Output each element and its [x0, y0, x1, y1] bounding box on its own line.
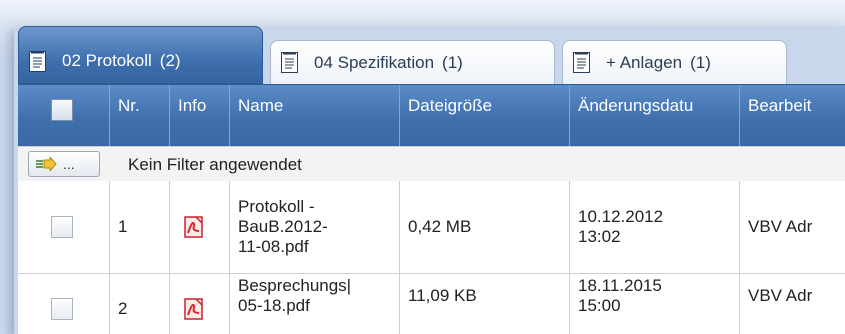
- row-nr: 1: [110, 181, 170, 273]
- column-changed[interactable]: Änderungsdatu: [570, 85, 740, 147]
- row-name-line: 05-18.pdf: [238, 296, 310, 315]
- file-grid: Nr. Info Name Dateigröße Änderungsdatu B…: [18, 84, 845, 334]
- column-editor[interactable]: Bearbeit: [740, 85, 845, 147]
- column-info[interactable]: Info: [170, 85, 230, 147]
- row-date: 18.11.2015: [578, 276, 662, 295]
- row-size: 11,09 KB: [400, 274, 570, 334]
- row-date: 10.12.2012: [578, 207, 664, 226]
- filter-arrow-icon: [36, 157, 57, 171]
- row-editor: VBV Adr: [748, 286, 813, 305]
- row-time: 13:02: [578, 227, 621, 246]
- row-name[interactable]: Besprechungs| 05-18.pdf: [230, 274, 400, 334]
- row-checkbox[interactable]: [51, 298, 73, 320]
- column-size[interactable]: Dateigröße: [400, 85, 570, 147]
- tab-label: + Anlagen: [606, 52, 683, 72]
- row-checkbox[interactable]: [51, 216, 73, 238]
- select-all-checkbox[interactable]: [51, 99, 73, 121]
- grid-header: Nr. Info Name Dateigröße Änderungsdatu B…: [18, 84, 845, 147]
- row-name-line: Besprechungs|: [238, 276, 352, 295]
- table-row[interactable]: 2 Besprechungs| 05-18.pdf 11,09 KB 18.11…: [18, 274, 845, 334]
- filter-button-label: ...: [63, 156, 75, 172]
- row-nr: 2: [110, 274, 170, 334]
- tab-anlagen[interactable]: + Anlagen (1): [562, 40, 787, 84]
- select-all-column: [18, 85, 110, 147]
- row-time: 15:00: [578, 296, 621, 315]
- tab-count: (1): [690, 52, 711, 72]
- tab-spezifikation[interactable]: 04 Spezifikation (1): [270, 40, 555, 84]
- row-changed: 18.11.2015 15:00: [570, 274, 740, 334]
- filter-button[interactable]: ...: [28, 151, 100, 177]
- row-size: 0,42 MB: [400, 181, 570, 273]
- tab-label: 02 Protokoll: [62, 51, 152, 70]
- row-editor: VBV Adr: [748, 217, 813, 236]
- document-icon: [29, 50, 46, 72]
- pdf-file-icon[interactable]: [184, 216, 204, 238]
- row-changed: 10.12.2012 13:02: [570, 181, 740, 273]
- filter-bar: ... Kein Filter angewendet: [18, 146, 845, 182]
- document-icon: [573, 52, 590, 73]
- row-name-line: BauB.2012-: [238, 217, 328, 236]
- tab-bar: 02 Protokoll (2) 04 Spezifikation (1) + …: [18, 26, 845, 84]
- row-select-cell: [18, 181, 110, 273]
- pdf-file-icon[interactable]: [184, 298, 204, 320]
- row-select-cell: [18, 274, 110, 334]
- row-info-cell: [170, 181, 230, 273]
- tab-count: (2): [159, 51, 181, 70]
- column-nr[interactable]: Nr.: [110, 85, 170, 147]
- tab-protokoll[interactable]: 02 Protokoll (2): [18, 26, 263, 84]
- filter-status: Kein Filter angewendet: [128, 155, 302, 174]
- row-info-cell: [170, 274, 230, 334]
- document-icon: [281, 52, 298, 73]
- row-name[interactable]: Protokoll - BauB.2012- 11-08.pdf: [230, 181, 400, 273]
- table-row[interactable]: 1 Protokoll - BauB.2012- 11-08.pdf 0,42 …: [18, 181, 845, 274]
- row-name-line: Protokoll -: [238, 197, 315, 216]
- column-name[interactable]: Name: [230, 85, 400, 147]
- row-name-line: 11-08.pdf: [238, 237, 309, 256]
- tab-count: (1): [442, 52, 463, 72]
- tab-label: 04 Spezifikation: [314, 52, 435, 72]
